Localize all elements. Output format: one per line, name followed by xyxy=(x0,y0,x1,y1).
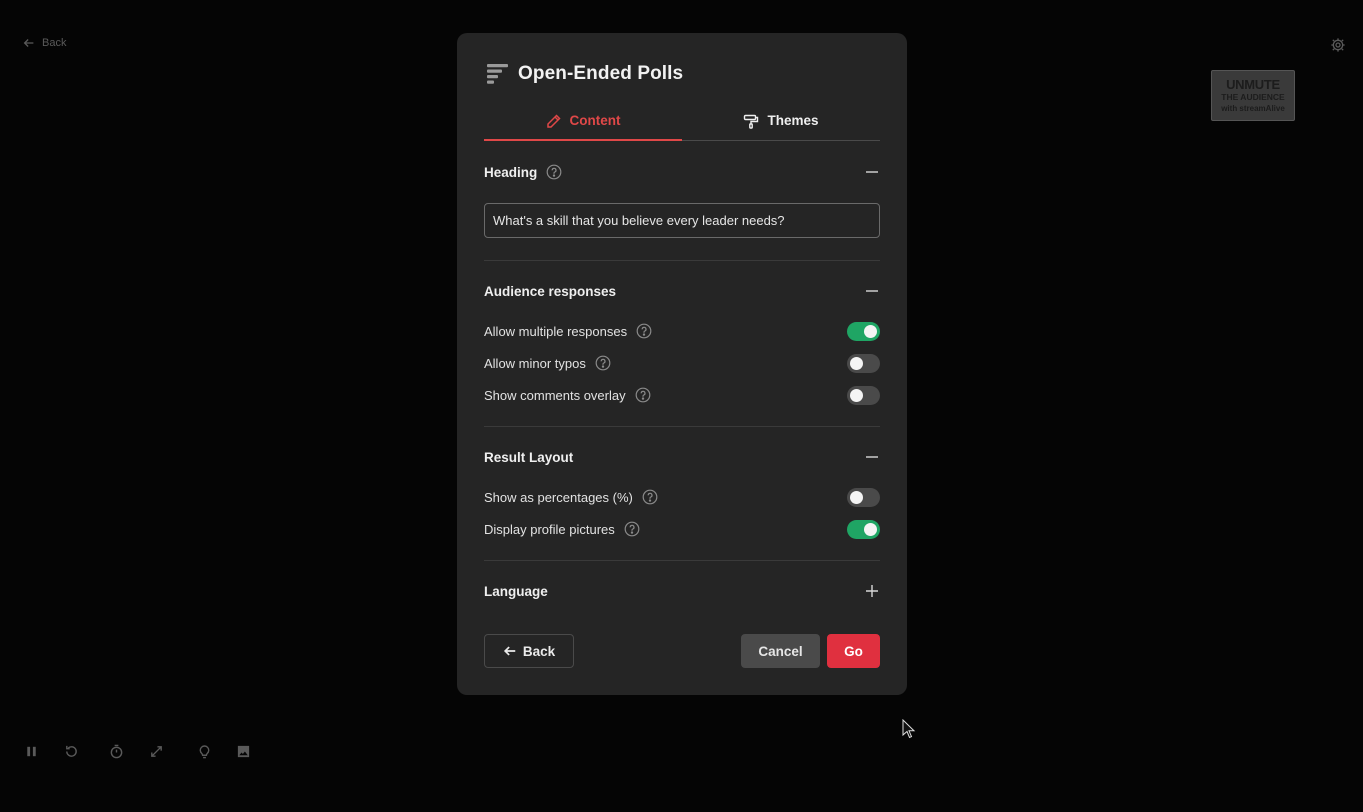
audience-section-title-group: Audience responses xyxy=(484,284,616,299)
expand-plus-icon[interactable] xyxy=(864,583,880,599)
footer-actions: Cancel Go xyxy=(741,634,880,668)
heading-section-header[interactable]: Heading xyxy=(484,162,880,182)
page-back-link[interactable]: Back xyxy=(22,36,66,50)
section-divider xyxy=(484,260,880,261)
option-show-comments-overlay: Show comments overlay xyxy=(484,385,880,405)
pencil-icon xyxy=(546,113,561,128)
heading-input[interactable] xyxy=(484,203,880,238)
heading-section-title: Heading xyxy=(484,164,538,180)
modal-footer: Back Cancel Go xyxy=(484,634,880,668)
option-label: Allow minor typos xyxy=(484,355,586,371)
toggle-knob xyxy=(864,522,877,536)
go-button[interactable]: Go xyxy=(827,634,880,668)
help-circle-icon[interactable] xyxy=(624,521,640,537)
result-section-title: Result Layout xyxy=(484,449,574,465)
option-allow-minor-typos: Allow minor typos xyxy=(484,353,880,373)
paint-roller-icon xyxy=(744,114,759,129)
option-label-group: Show comments overlay xyxy=(484,387,651,403)
help-circle-icon[interactable] xyxy=(635,387,651,403)
pause-icon[interactable] xyxy=(22,742,40,760)
expand-icon[interactable] xyxy=(147,742,165,760)
back-button[interactable]: Back xyxy=(484,634,574,668)
option-label: Show as percentages (%) xyxy=(484,489,633,505)
option-label: Show comments overlay xyxy=(484,387,626,403)
toggle-knob xyxy=(864,324,877,338)
display-profile-pictures-toggle[interactable] xyxy=(847,519,880,539)
help-circle-icon[interactable] xyxy=(595,355,611,371)
tab-themes-label: Themes xyxy=(767,113,819,128)
allow-minor-typos-toggle[interactable] xyxy=(847,353,880,373)
tab-content[interactable]: Content xyxy=(484,105,682,140)
option-show-as-percentages: Show as percentages (%) xyxy=(484,487,880,507)
arrow-left-icon xyxy=(23,39,34,47)
option-label: Display profile pictures xyxy=(484,521,615,537)
help-circle-icon[interactable] xyxy=(642,489,658,505)
arrow-left-icon xyxy=(503,646,516,656)
toggle-knob xyxy=(850,356,863,370)
audience-section-header[interactable]: Audience responses xyxy=(484,281,880,301)
option-label: Allow multiple responses xyxy=(484,323,628,339)
help-circle-icon[interactable] xyxy=(546,164,562,180)
presentation-toolbar xyxy=(22,742,252,760)
language-section-title-group: Language xyxy=(484,584,548,599)
modal-header: Open-Ended Polls xyxy=(484,62,880,86)
tab-content-label: Content xyxy=(569,113,621,128)
section-divider xyxy=(484,560,880,561)
lightbulb-icon[interactable] xyxy=(195,742,213,760)
page-back-label: Back xyxy=(42,37,67,49)
result-section-title-group: Result Layout xyxy=(484,450,573,465)
collapse-icon[interactable] xyxy=(864,283,880,299)
toggle-knob xyxy=(850,388,863,402)
refresh-icon[interactable] xyxy=(62,742,80,760)
language-section-title: Language xyxy=(484,583,548,599)
collapse-icon[interactable] xyxy=(864,449,880,465)
cancel-button[interactable]: Cancel xyxy=(741,634,820,668)
audience-section-title: Audience responses xyxy=(484,283,617,299)
toggle-knob xyxy=(850,490,863,504)
show-as-percentages-toggle[interactable] xyxy=(847,487,880,507)
option-label-group: Allow multiple responses xyxy=(484,323,652,339)
option-label-group: Display profile pictures xyxy=(484,521,640,537)
collapse-icon[interactable] xyxy=(864,164,880,180)
timer-icon[interactable] xyxy=(107,742,125,760)
allow-multiple-responses-toggle[interactable] xyxy=(847,321,880,341)
unmute-the-audience-logo: UNMUTE THE AUDIENCE with streamAlive xyxy=(1211,70,1295,121)
section-divider xyxy=(484,426,880,427)
result-layout-section-header[interactable]: Result Layout xyxy=(484,447,880,467)
back-button-label: Back xyxy=(522,643,556,659)
poll-settings-modal: Open-Ended Polls Content Themes Heading … xyxy=(457,33,907,695)
help-circle-icon[interactable] xyxy=(636,323,652,339)
option-label-group: Show as percentages (%) xyxy=(484,489,658,505)
open-ended-poll-icon xyxy=(487,64,508,84)
logo-line-2: THE AUDIENCE xyxy=(1221,92,1285,103)
gear-icon[interactable] xyxy=(1330,37,1346,53)
mouse-cursor-icon xyxy=(902,719,916,739)
option-label-group: Allow minor typos xyxy=(484,355,611,371)
modal-title: Open-Ended Polls xyxy=(518,63,684,84)
heading-section-title-group: Heading xyxy=(484,164,562,180)
language-section-header[interactable]: Language xyxy=(484,581,880,601)
image-icon[interactable] xyxy=(234,742,252,760)
modal-tabs: Content Themes xyxy=(484,105,880,141)
logo-line-1: UNMUTE xyxy=(1226,77,1280,93)
tab-themes[interactable]: Themes xyxy=(682,105,880,140)
option-allow-multiple-responses: Allow multiple responses xyxy=(484,321,880,341)
logo-line-3: with streamAlive xyxy=(1221,103,1285,113)
option-display-profile-pictures: Display profile pictures xyxy=(484,519,880,539)
show-comments-overlay-toggle[interactable] xyxy=(847,385,880,405)
